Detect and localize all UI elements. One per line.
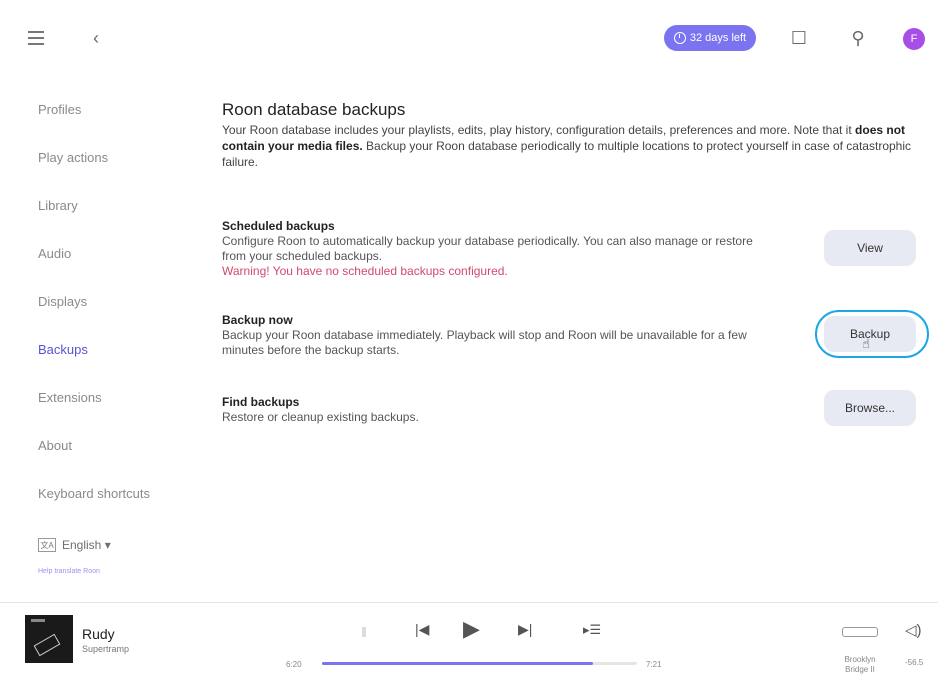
pointer-hand-icon: ☝	[862, 336, 870, 351]
language-icon: 文A	[38, 538, 56, 552]
volume-level: -56.5	[905, 658, 924, 667]
top-bar: ‹ 32 days left ☐ ⚲ F	[0, 0, 938, 70]
play-icon[interactable]: ▶	[463, 616, 480, 642]
backup-now-section: Backup now Backup your Roon database imm…	[222, 312, 822, 358]
search-icon[interactable]: ⚲	[846, 26, 870, 50]
view-scheduled-backups-button[interactable]: View	[824, 230, 916, 266]
sidebar-item-library[interactable]: Library	[38, 198, 78, 213]
sidebar-item-backups[interactable]: Backups	[38, 342, 88, 357]
find-backups-section: Find backups Restore or cleanup existing…	[222, 394, 822, 425]
scheduled-backups-section: Scheduled backups Configure Roon to auto…	[222, 218, 822, 279]
radio-indicator-icon[interactable]	[362, 627, 366, 637]
time-total: 7:21	[646, 660, 662, 669]
next-track-icon[interactable]: ▶|	[518, 621, 532, 638]
seek-bar-fill	[322, 662, 593, 665]
sidebar-item-displays[interactable]: Displays	[38, 294, 87, 309]
find-backups-description: Restore or cleanup existing backups.	[222, 410, 419, 424]
queue-icon[interactable]: ▸☰	[583, 622, 601, 638]
sidebar-item-extensions[interactable]: Extensions	[38, 390, 102, 405]
page-title: Roon database backups	[222, 100, 406, 119]
track-artist[interactable]: Supertramp	[82, 644, 129, 654]
scheduled-backups-description: Configure Roon to automatically backup y…	[222, 234, 753, 263]
language-selector[interactable]: 文A English ▾	[38, 538, 111, 552]
clock-icon	[673, 32, 686, 44]
scheduled-backups-warning: Warning! You have no scheduled backups c…	[222, 264, 508, 278]
previous-track-icon[interactable]: |◀	[415, 621, 429, 638]
volume-icon[interactable]: ◁)	[905, 621, 922, 639]
time-elapsed: 6:20	[286, 660, 302, 669]
language-label: English ▾	[62, 538, 111, 552]
trial-days-label: 32 days left	[689, 32, 747, 44]
sidebar-item-keyboard-shortcuts[interactable]: Keyboard shortcuts	[38, 486, 150, 501]
sidebar-item-play-actions[interactable]: Play actions	[38, 150, 108, 165]
back-arrow-icon[interactable]: ‹	[84, 26, 108, 50]
hamburger-menu-icon[interactable]	[26, 26, 50, 50]
sidebar-item-about[interactable]: About	[38, 438, 72, 453]
scheduled-backups-heading: Scheduled backups	[222, 219, 335, 233]
trial-days-left-badge[interactable]: 32 days left	[664, 25, 756, 51]
audio-device-icon[interactable]	[842, 627, 878, 637]
sidebar-item-profiles[interactable]: Profiles	[38, 102, 81, 117]
now-playing-bar: Rudy Supertramp |◀ ▶ ▶| ▸☰ 6:20 7:21 Bro…	[0, 602, 938, 681]
seek-bar[interactable]	[322, 662, 637, 665]
album-art[interactable]	[25, 615, 73, 663]
backup-now-button[interactable]: Backup	[824, 316, 916, 352]
intro-text-start: Your Roon database includes your playlis…	[222, 123, 856, 137]
browse-backups-button[interactable]: Browse...	[824, 390, 916, 426]
intro-text: Your Roon database includes your playlis…	[222, 122, 912, 170]
help-translate-link[interactable]: Help translate Roon	[38, 568, 100, 575]
backup-now-description: Backup your Roon database immediately. P…	[222, 328, 747, 357]
profile-avatar[interactable]: F	[903, 28, 925, 50]
track-title[interactable]: Rudy	[82, 626, 115, 642]
sidebar-item-audio[interactable]: Audio	[38, 246, 71, 261]
audio-device-name[interactable]: Brooklyn Bridge II	[840, 655, 880, 675]
find-backups-heading: Find backups	[222, 395, 300, 409]
bookmark-icon[interactable]: ☐	[787, 26, 811, 50]
backup-now-heading: Backup now	[222, 313, 293, 327]
